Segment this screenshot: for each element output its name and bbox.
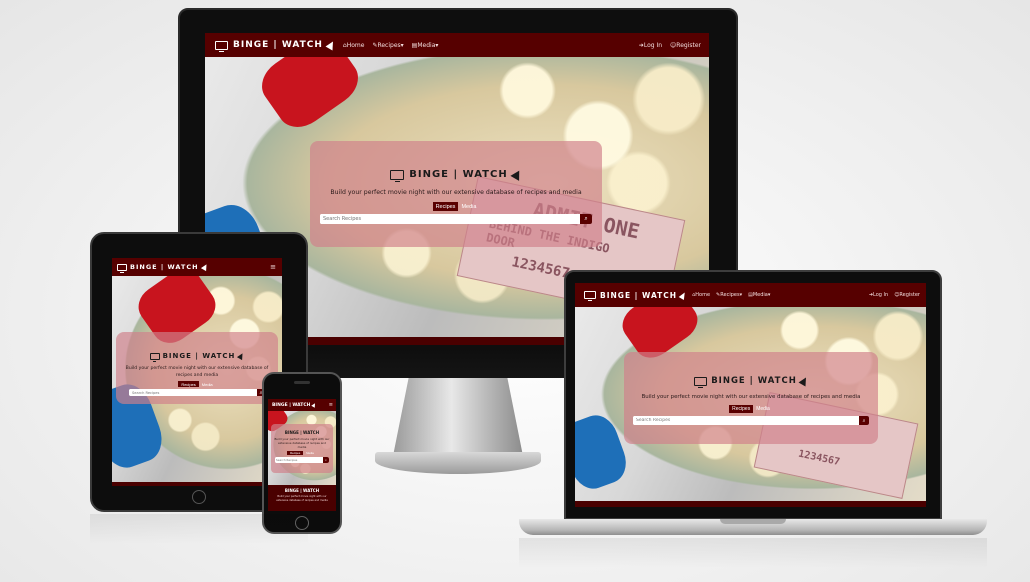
tab-recipes[interactable]: Recipes xyxy=(287,451,304,455)
hero-search-card: BINGE | WATCH Build your perfect movie n… xyxy=(116,332,278,404)
pizza-icon xyxy=(798,375,810,387)
search-input[interactable] xyxy=(320,214,580,224)
hero-brand: BINGE | WATCH xyxy=(149,351,246,362)
tv-icon xyxy=(584,291,596,301)
search-input[interactable] xyxy=(275,457,323,463)
search-bar: ⌕ xyxy=(320,214,592,224)
tv-icon xyxy=(390,169,405,182)
tv-icon xyxy=(117,263,127,273)
nav-register[interactable]: ☺ Register xyxy=(894,292,920,298)
nav-media[interactable]: ▤ Media ▾ xyxy=(748,292,770,298)
search-bar: ⌕ xyxy=(633,416,869,425)
desktop-monitor-base xyxy=(375,452,541,474)
tab-recipes[interactable]: Recipes xyxy=(432,202,459,211)
menu-icon[interactable]: ≡ xyxy=(270,263,276,271)
nav-recipes[interactable]: ✎ Recipes ▾ xyxy=(716,292,742,298)
search-bar: ⌕ xyxy=(275,457,329,463)
search-bar: ⌕ xyxy=(129,389,265,396)
site-footer: BINGE | WATCH Build your perfect movie n… xyxy=(268,485,336,511)
floor-reflection xyxy=(90,514,308,544)
desktop-monitor-stand xyxy=(393,378,523,456)
phone-speaker xyxy=(294,381,310,384)
brand-logo[interactable]: BINGE | WATCH xyxy=(117,262,209,273)
nav-login[interactable]: ➜ Log In xyxy=(869,292,888,298)
pizza-icon xyxy=(237,351,246,361)
tv-icon xyxy=(215,40,228,52)
tablet-navbar: BINGE | WATCH ≡ xyxy=(112,258,282,276)
floor-reflection xyxy=(519,538,987,568)
tab-recipes[interactable]: Recipes xyxy=(178,381,199,387)
tab-media[interactable]: Media xyxy=(303,451,317,455)
glasses-red-lens xyxy=(253,57,367,137)
pizza-icon xyxy=(325,39,337,51)
brand-logo[interactable]: BINGE | WATCH xyxy=(584,290,688,301)
nav-login[interactable]: ➜ Log In xyxy=(639,42,662,49)
chevron-down-icon: ▾ xyxy=(435,41,439,49)
ticket-number: 1234567 xyxy=(797,448,841,469)
hero-brand: BINGE | WATCH xyxy=(284,430,320,435)
hero-tagline: Build your perfect movie night with our … xyxy=(274,437,330,449)
footer-tagline: Build your perfect movie night with our … xyxy=(276,495,328,502)
search-tabs: Recipes Media xyxy=(432,202,480,211)
phone-site-screen: BINGE | WATCH ≡ BINGE | WATCH Build your… xyxy=(268,399,336,511)
hero-tagline: Build your perfect movie night with our … xyxy=(641,394,861,400)
chevron-down-icon: ▾ xyxy=(400,41,404,49)
hero-tagline: Build your perfect movie night with our … xyxy=(330,189,582,196)
site-footer xyxy=(575,501,926,507)
search-icon[interactable]: ⌕ xyxy=(323,457,329,463)
tab-recipes[interactable]: Recipes xyxy=(729,405,754,413)
menu-icon[interactable]: ≡ xyxy=(329,402,333,408)
pizza-icon xyxy=(311,402,318,408)
search-input[interactable] xyxy=(129,389,257,396)
tab-media[interactable]: Media xyxy=(199,381,216,387)
hero-search-card: BINGE | WATCH Build your perfect movie n… xyxy=(310,141,602,247)
laptop-site-screen: BINGE | WATCH ⌂ Home ✎ Recipes ▾ ▤ Media… xyxy=(575,283,926,507)
nav-home[interactable]: ⌂ Home xyxy=(692,292,710,298)
nav-home[interactable]: ⌂ Home xyxy=(343,42,365,49)
laptop-navbar: BINGE | WATCH ⌂ Home ✎ Recipes ▾ ▤ Media… xyxy=(575,283,926,307)
tab-media[interactable]: Media xyxy=(458,202,479,211)
hero-brand: BINGE | WATCH xyxy=(694,375,810,388)
hero-brand: BINGE | WATCH xyxy=(390,168,524,182)
desktop-navbar: BINGE | WATCH ⌂ Home ✎ Recipes ▾ ▤ Media… xyxy=(205,33,709,57)
search-input[interactable] xyxy=(633,416,859,425)
nav-media[interactable]: ▤ Media ▾ xyxy=(412,42,439,49)
brand-logo[interactable]: BINGE | WATCH xyxy=(272,402,318,408)
search-tabs: Recipes Media xyxy=(287,451,317,455)
hero-search-card: BINGE | WATCH Build your perfect movie n… xyxy=(271,424,333,473)
laptop-notch xyxy=(720,519,786,524)
pizza-icon xyxy=(510,168,524,181)
pizza-icon xyxy=(200,262,209,272)
site-footer xyxy=(112,482,282,486)
hero-search-card: BINGE | WATCH Build your perfect movie n… xyxy=(624,352,878,444)
tab-media[interactable]: Media xyxy=(753,405,773,413)
pizza-icon xyxy=(678,290,688,300)
search-tabs: Recipes Media xyxy=(178,381,215,387)
search-tabs: Recipes Media xyxy=(729,405,773,413)
footer-brand: BINGE | WATCH xyxy=(284,488,320,493)
brand-logo[interactable]: BINGE | WATCH xyxy=(215,39,337,52)
search-icon[interactable]: ⌕ xyxy=(859,416,869,425)
tv-icon xyxy=(694,376,708,388)
tv-icon xyxy=(149,352,160,362)
hero-tagline: Build your perfect movie night with our … xyxy=(125,366,269,378)
tablet-site-screen: BINGE | WATCH ≡ BINGE | WATCH Build your… xyxy=(112,258,282,486)
tablet-home-button xyxy=(192,490,206,504)
search-icon[interactable]: ⌕ xyxy=(580,214,592,224)
chevron-down-icon: ▾ xyxy=(739,292,743,298)
phone-navbar: BINGE | WATCH ≡ xyxy=(268,399,336,411)
brand-name: BINGE | WATCH xyxy=(233,40,323,50)
nav-register[interactable]: ☺ Register xyxy=(670,42,701,49)
chevron-down-icon: ▾ xyxy=(767,292,771,298)
nav-recipes[interactable]: ✎ Recipes ▾ xyxy=(372,42,403,49)
